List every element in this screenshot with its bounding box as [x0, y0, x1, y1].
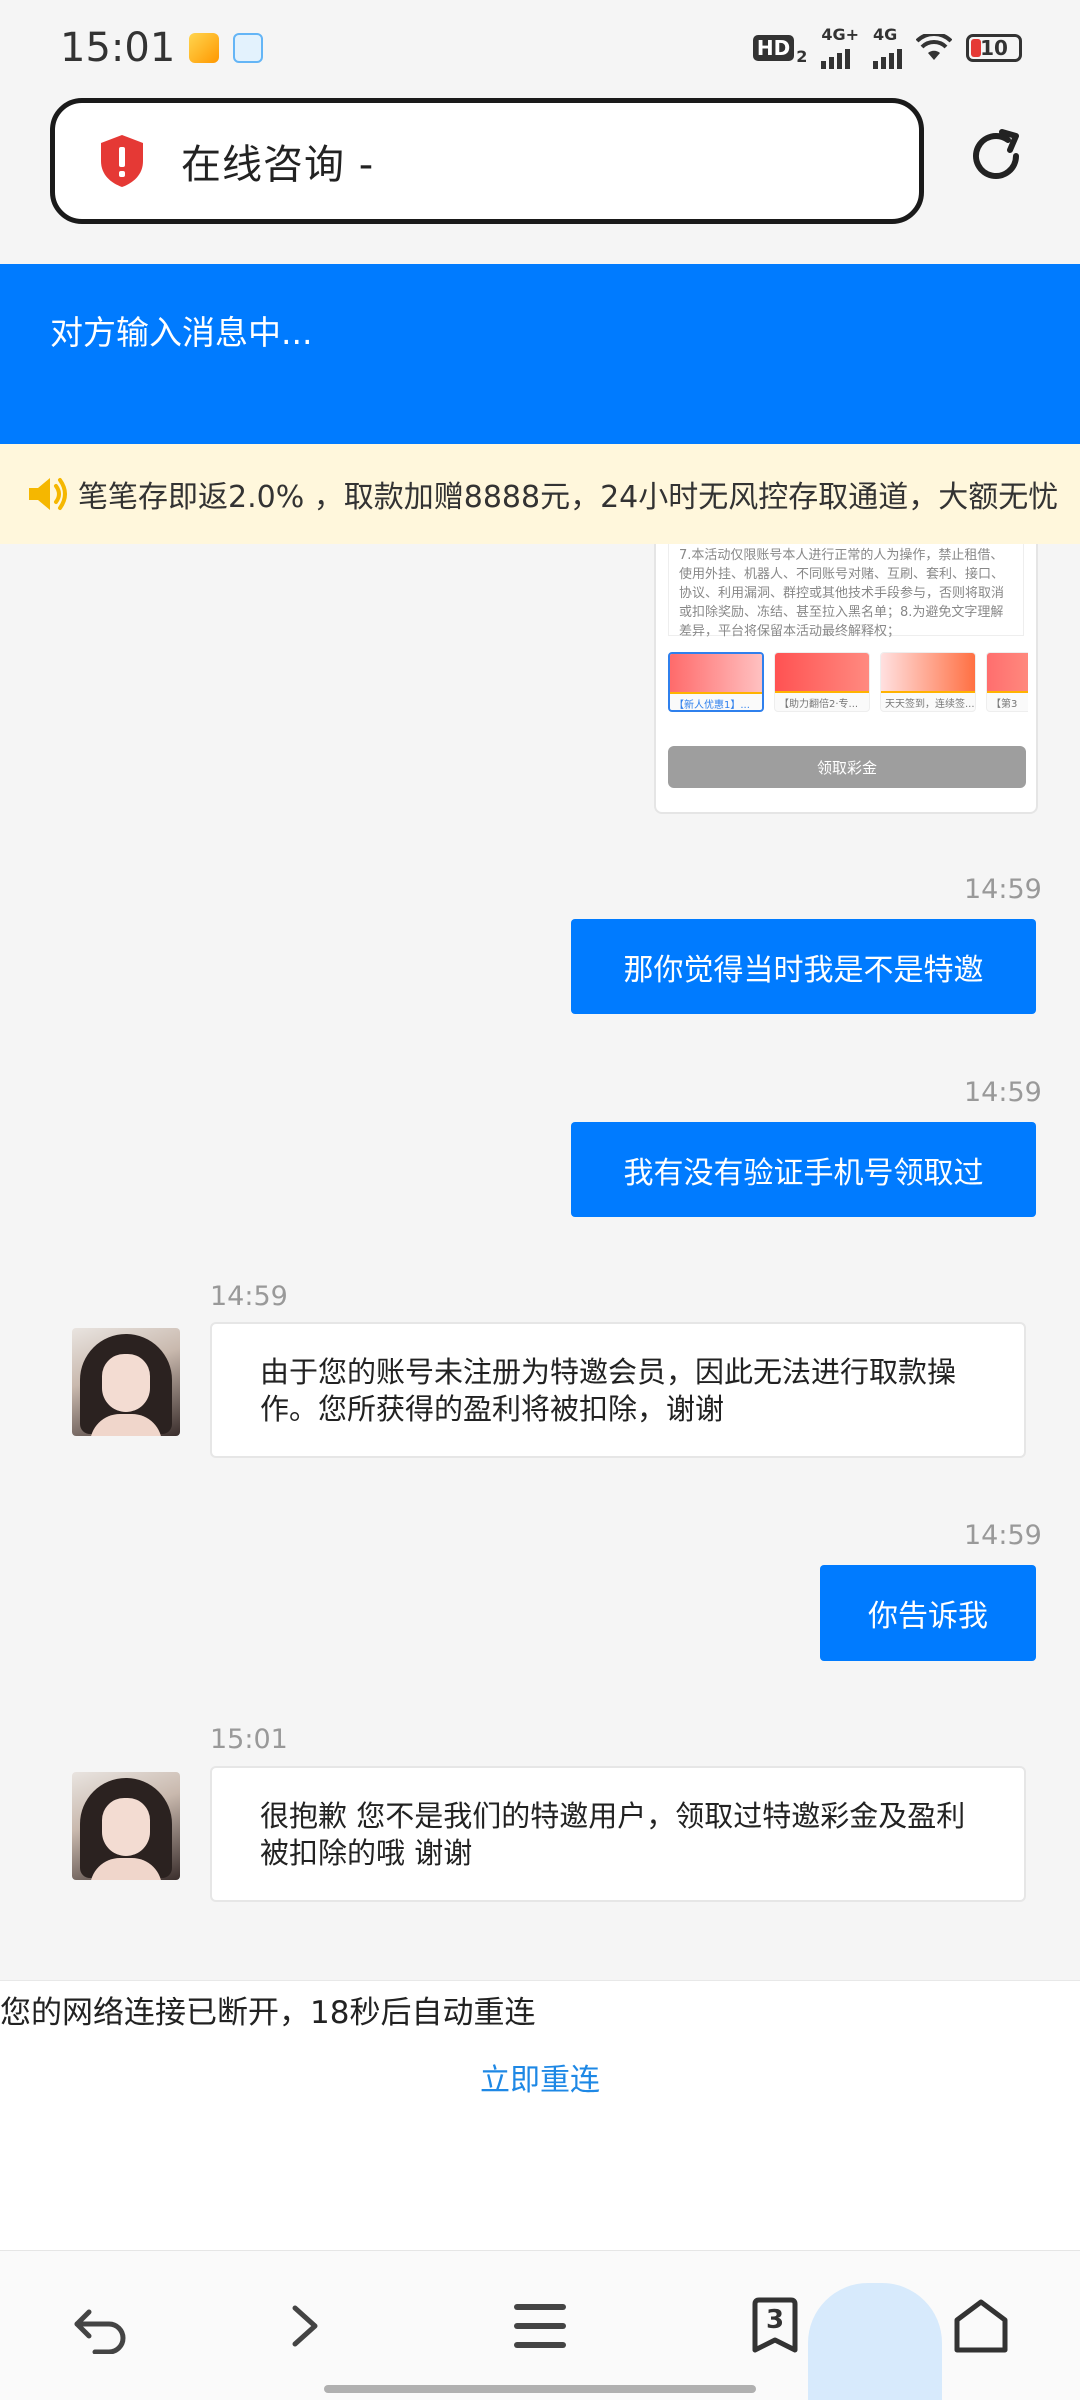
message-bubble-outgoing[interactable]: 你告诉我 — [820, 1565, 1036, 1661]
message-time: 15:01 — [210, 1724, 288, 1755]
address-bar-row: 在线咨询 - — [0, 96, 1080, 264]
message-bubble-outgoing[interactable]: 那你觉得当时我是不是特邀 — [571, 919, 1036, 1014]
status-time: 15:01 — [60, 25, 176, 71]
message-time: 14:59 — [210, 1281, 288, 1312]
home-icon — [954, 2299, 1008, 2353]
back-icon — [74, 2309, 126, 2354]
reconnect-label[interactable]: 立即重连 — [480, 2063, 600, 2098]
chat-messages[interactable]: 7.本活动仅限账号本人进行正常的人为操作，禁止租借、使用外挂、机器人、不同账号对… — [0, 544, 1080, 1980]
menu-icon — [514, 2304, 566, 2348]
message-bubble-incoming[interactable]: 很抱歉 您不是我们的特邀用户，领取过特邀彩金及盈利被扣除的哦 谢谢 — [210, 1766, 1026, 1902]
notification-app-icon — [233, 33, 264, 63]
wifi-icon — [916, 34, 952, 60]
promo-rules-text: 7.本活动仅限账号本人进行正常的人为操作，禁止租借、使用外挂、机器人、不同账号对… — [668, 544, 1024, 639]
tabs-button[interactable]: 3 — [740, 2291, 810, 2361]
announcement-bar[interactable]: 笔笔存即返2.0% ，取款加赠8888元，24小时无风控存取通道，大额无忧 — [0, 444, 1080, 544]
floating-mascot-decoration — [808, 2283, 942, 2400]
net1-label: 4G+ — [821, 25, 859, 44]
promo-card: 7.本活动仅限账号本人进行正常的人为操作，禁止租借、使用外挂、机器人、不同账号对… — [654, 544, 1038, 814]
promo-thumb-caption: 【第3 — [991, 699, 1018, 710]
signal-1: 4G+ — [821, 27, 859, 69]
menu-button[interactable] — [505, 2291, 575, 2361]
status-bar: 15:01 HD 2 4G+ 4G 10 — [0, 0, 1080, 96]
page-title: 在线咨询 - — [181, 142, 375, 188]
promo-thumb-caption: 天天签到，连续签... — [885, 699, 975, 710]
message-time: 14:59 — [964, 874, 1042, 905]
agent-avatar[interactable] — [72, 1772, 180, 1880]
battery-level: 10 — [980, 36, 1008, 60]
signal-bars-icon — [873, 43, 902, 69]
message-bubble-incoming[interactable]: 由于您的账号未注册为特邀会员，因此无法进行取款操作。您所获得的盈利将被扣除，谢谢 — [210, 1322, 1026, 1458]
network-status-panel: 您的网络连接已断开，18秒后自动重连 立即重连 — [0, 1980, 1080, 2250]
claim-bonus-button[interactable]: 领取彩金 — [668, 746, 1026, 788]
net2-label: 4G — [873, 25, 898, 44]
home-button[interactable] — [946, 2291, 1016, 2361]
status-indicators: HD 2 4G+ 4G 10 — [752, 27, 1022, 69]
signal-bars-icon — [821, 43, 851, 69]
back-button[interactable] — [66, 2291, 136, 2361]
reload-icon[interactable] — [964, 124, 1028, 188]
battery-icon: 10 — [966, 34, 1022, 62]
forward-icon — [292, 2305, 318, 2347]
address-bar[interactable]: 在线咨询 - — [50, 98, 924, 224]
hd-sub: 2 — [796, 46, 808, 66]
forward-button[interactable] — [270, 2291, 340, 2361]
shield-warning-icon[interactable] — [97, 133, 147, 189]
message-time: 14:59 — [964, 1077, 1042, 1108]
reconnect-link[interactable]: 立即重连 — [0, 2055, 1080, 2099]
promo-thumb[interactable]: 【新人优惠1】... — [668, 652, 764, 712]
network-disconnected-message: 您的网络连接已断开，18秒后自动重连 — [0, 1995, 536, 2031]
announcement-text: 笔笔存即返2.0% ，取款加赠8888元，24小时无风控存取通道，大额无忧 — [78, 480, 1059, 515]
promo-thumb[interactable]: 天天签到，连续签... — [880, 652, 976, 712]
typing-indicator: 对方输入消息中... — [50, 313, 313, 352]
mail-app-icon — [189, 33, 220, 63]
promo-thumbnails: 【新人优惠1】... 【助力翻倍2·专... 天天签到，连续签... 【第3 — [668, 652, 1028, 712]
tab-count: 3 — [765, 2305, 785, 2335]
message-time: 14:59 — [964, 1520, 1042, 1551]
hd-icon: HD — [752, 35, 795, 61]
promo-thumb[interactable]: 【助力翻倍2·专... — [774, 652, 870, 712]
agent-avatar[interactable] — [72, 1328, 180, 1436]
promo-thumb[interactable]: 【第3 — [986, 652, 1028, 712]
signal-2: 4G — [873, 27, 902, 69]
speaker-icon — [29, 478, 67, 510]
bottom-navigation: 3 — [0, 2250, 1080, 2400]
hd-label: HD — [756, 36, 791, 60]
promo-thumb-caption: 【新人优惠1】... — [674, 700, 750, 711]
promo-thumb-caption: 【助力翻倍2·专... — [779, 699, 859, 710]
message-bubble-outgoing[interactable]: 我有没有验证手机号领取过 — [571, 1122, 1036, 1217]
chat-header: 对方输入消息中... — [0, 264, 1080, 444]
home-indicator[interactable] — [324, 2385, 756, 2393]
